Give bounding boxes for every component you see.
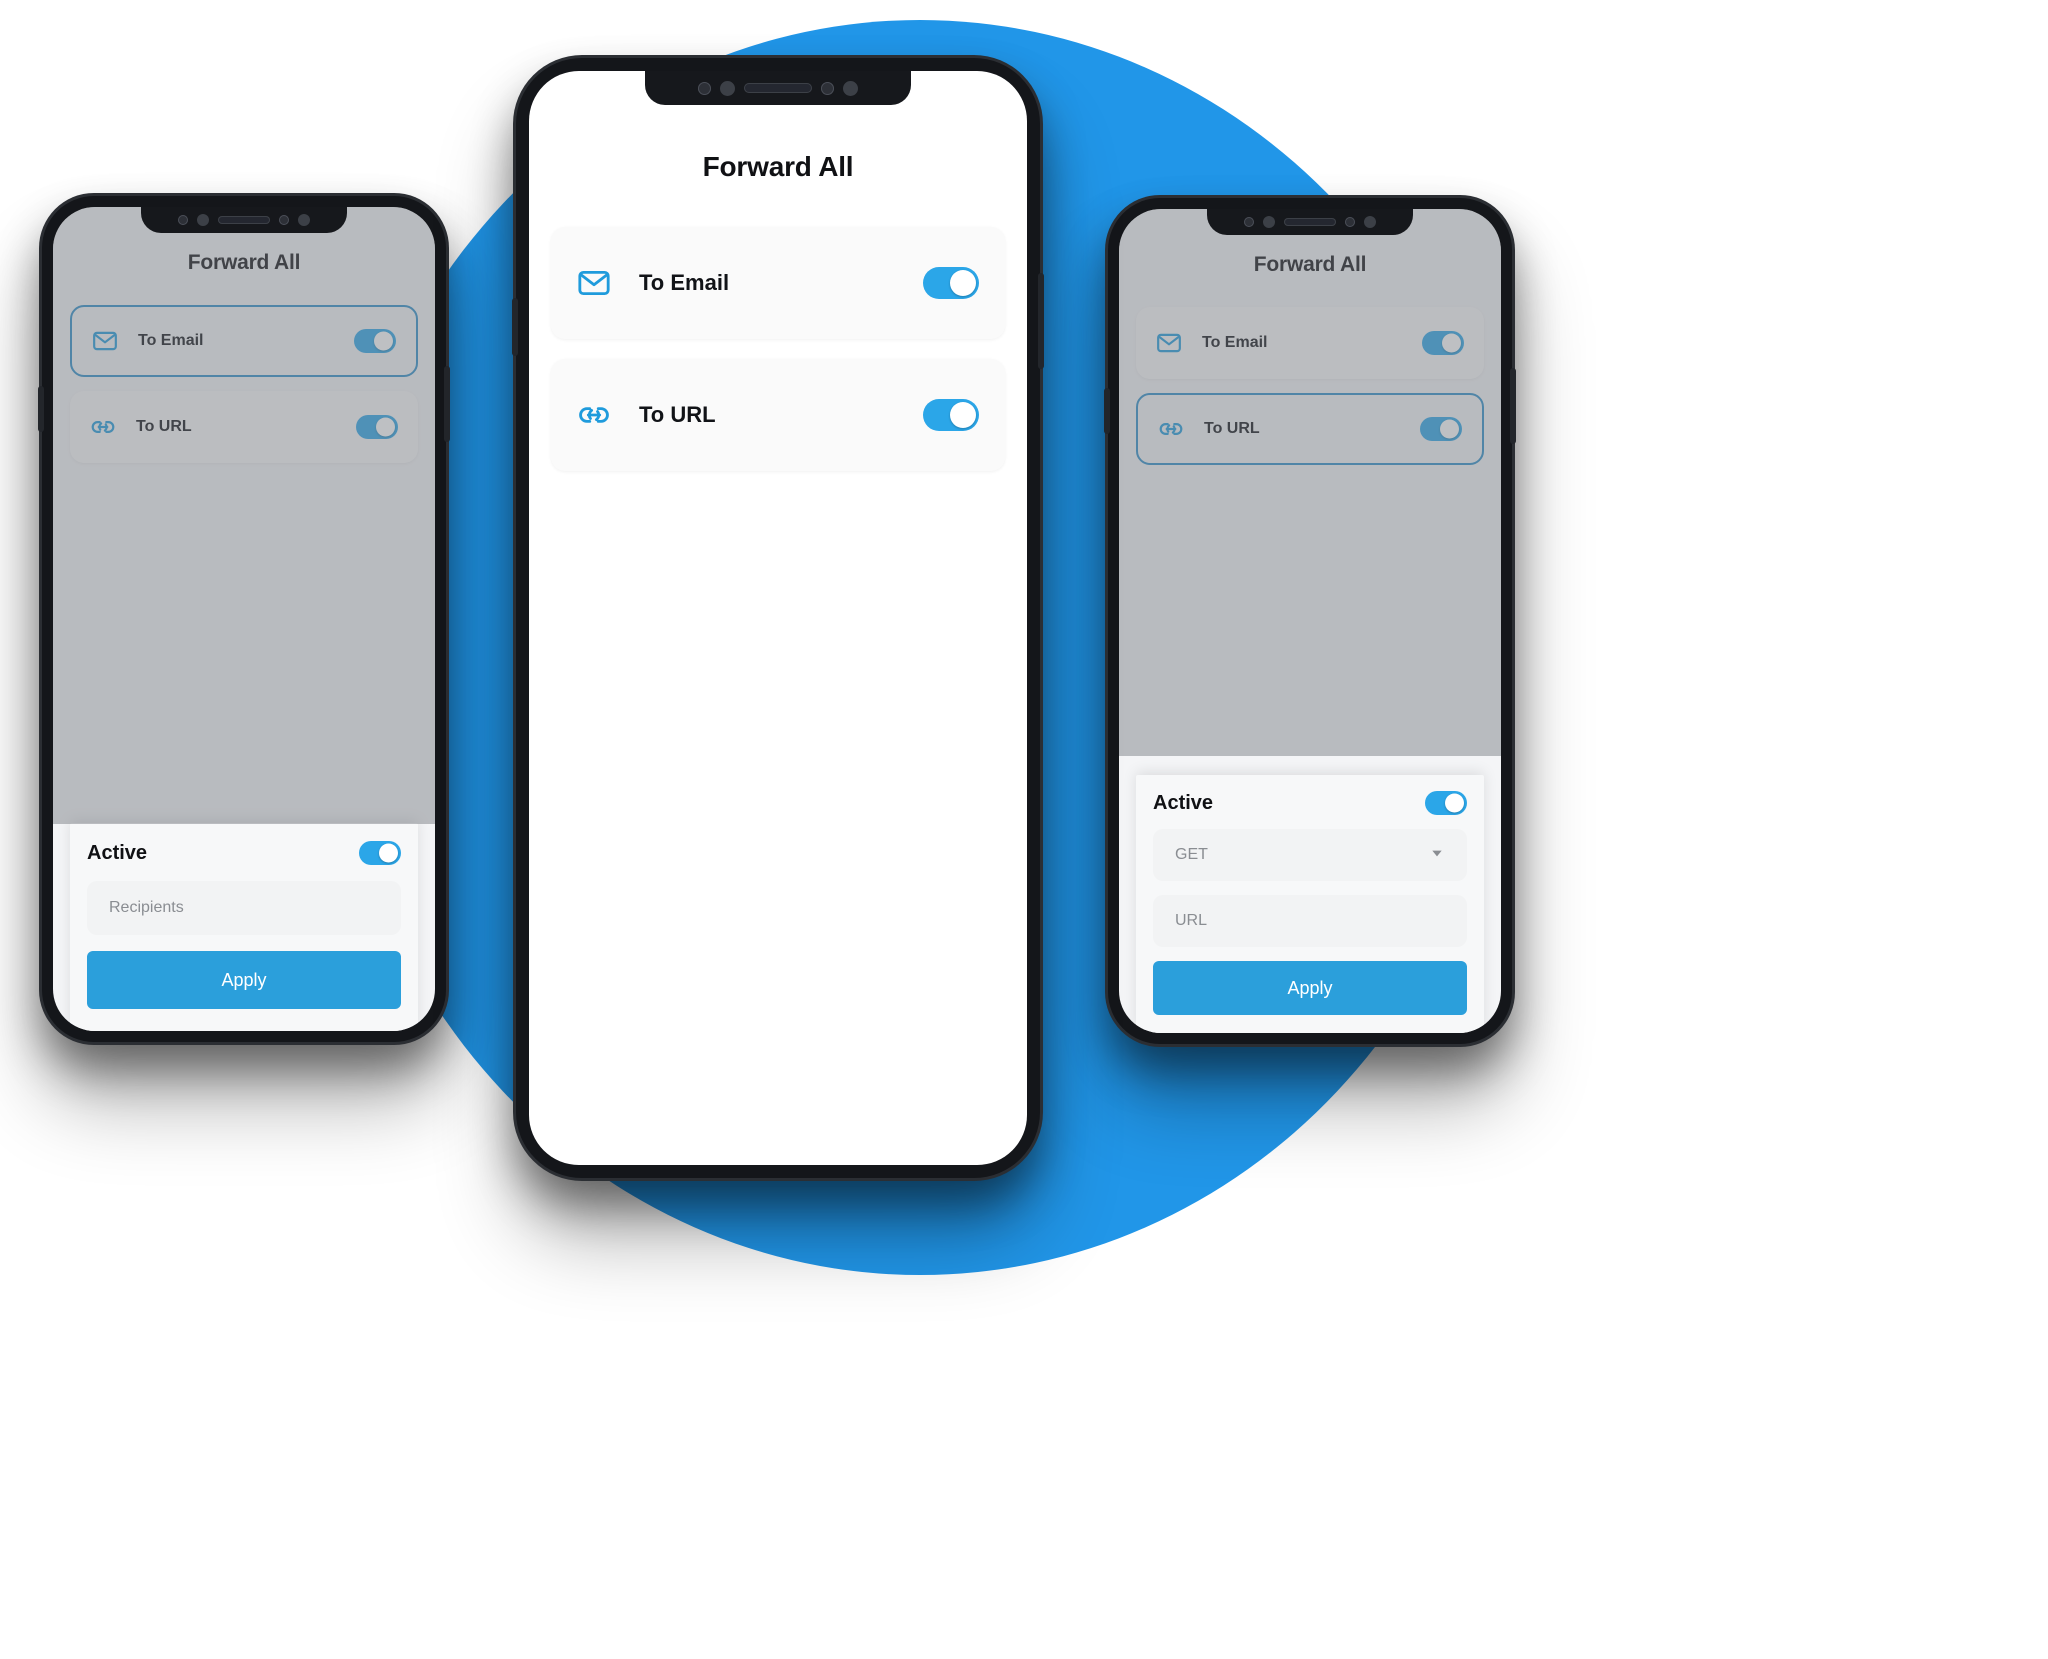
phone-notch [645,71,911,105]
app-screen-center: Forward All To Email To URL [529,71,1027,1165]
earpiece-speaker-icon [744,83,812,93]
toggle-to-url[interactable] [356,415,398,439]
page-title: Forward All [1253,253,1367,276]
apply-button[interactable]: Apply [1153,961,1467,1015]
apply-button[interactable]: Apply [87,951,401,1009]
card-to-url[interactable]: To URL [70,391,418,463]
sheet-title-active: Active [87,841,148,864]
link-icon [577,398,611,432]
ambient-sensor-icon [279,215,289,225]
sheet-title-active: Active [1153,791,1214,814]
page-title: Forward All [702,151,854,182]
card-label-to-email: To Email [1202,334,1268,351]
front-camera-icon [698,81,711,95]
url-placeholder: URL [1175,912,1208,929]
bottom-sheet-url: Active GET URL Apply [1136,775,1484,1033]
envelope-icon [92,328,118,354]
toggle-knob [1440,419,1459,439]
sheet-header: Active [1153,791,1467,815]
proximity-sensor-icon [197,214,209,226]
phone-mockup-left: Forward All To Email To URL Active Recip… [38,196,450,1042]
toggle-knob [379,843,398,863]
card-label-to-url: To URL [1204,420,1260,437]
toggle-knob [376,417,395,437]
toggle-knob [1442,333,1461,353]
card-to-url[interactable]: To URL [1136,393,1484,465]
link-icon [1158,416,1184,442]
chevron-down-icon [1429,845,1445,866]
phone-screen-center: Forward All To Email To URL [529,71,1027,1165]
front-camera-icon [178,215,188,225]
toggle-active[interactable] [1425,791,1467,815]
card-to-url[interactable]: To URL [551,359,1005,471]
phone-mockup-right: Forward All To Email To URL Active GET U… [1104,198,1516,1044]
earpiece-speaker-icon [218,216,270,224]
proximity-sensor-icon [1263,216,1275,228]
mockup-stage: Forward All To Email To URL Active Recip… [0,0,2048,1659]
front-camera-icon [1244,217,1254,227]
link-icon [90,414,116,440]
bottom-sheet-email: Active Recipients Apply [70,823,418,1031]
ambient-sensor-icon [1345,217,1355,227]
phone-notch [141,207,347,233]
http-method-value: GET [1175,846,1208,863]
app-screen-right: Forward All To Email To URL Active GET U… [1119,209,1501,1033]
toggle-knob [1445,793,1464,813]
envelope-icon [1156,330,1182,356]
envelope-icon [577,266,611,300]
card-label-to-email: To Email [639,270,730,295]
toggle-knob [374,331,393,351]
phone-screen-left: Forward All To Email To URL Active Recip… [53,207,435,1031]
dot-sensor-icon [843,80,858,96]
page-title: Forward All [187,251,301,274]
toggle-to-email[interactable] [923,267,979,299]
dot-sensor-icon [1364,216,1376,228]
recipients-placeholder: Recipients [109,899,184,916]
card-to-email[interactable]: To Email [1136,307,1484,379]
toggle-knob [950,270,976,296]
proximity-sensor-icon [720,80,735,96]
toggle-to-email[interactable] [354,329,396,353]
phone-notch [1207,209,1413,235]
url-input[interactable]: URL [1153,895,1467,947]
app-screen-left: Forward All To Email To URL Active Recip… [53,207,435,1031]
toggle-knob [950,402,976,428]
card-label-to-email: To Email [138,332,204,349]
http-method-select[interactable]: GET [1153,829,1467,881]
card-label-to-url: To URL [136,418,192,435]
toggle-to-url[interactable] [923,399,979,431]
card-to-email[interactable]: To Email [551,227,1005,339]
sheet-header: Active [87,841,401,865]
card-label-to-url: To URL [639,402,716,427]
ambient-sensor-icon [821,81,834,95]
phone-mockup-center: Forward All To Email To URL [512,58,1044,1178]
recipients-input[interactable]: Recipients [87,881,401,935]
dot-sensor-icon [298,214,310,226]
phone-screen-right: Forward All To Email To URL Active GET U… [1119,209,1501,1033]
toggle-to-url[interactable] [1420,417,1462,441]
earpiece-speaker-icon [1284,218,1336,226]
card-to-email[interactable]: To Email [70,305,418,377]
toggle-to-email[interactable] [1422,331,1464,355]
toggle-active[interactable] [359,841,401,865]
